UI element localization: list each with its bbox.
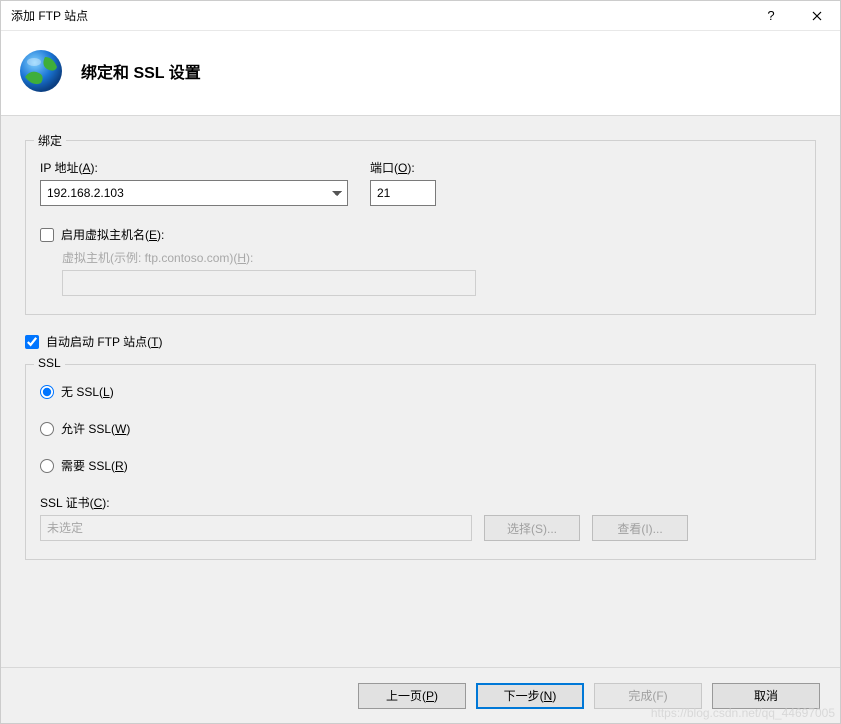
- vhost-label: 虚拟主机(示例: ftp.contoso.com)(H):: [62, 249, 801, 266]
- globe-icon: [17, 47, 65, 95]
- enable-vhost-row[interactable]: 启用虚拟主机名(E):: [40, 226, 801, 243]
- autostart-label: 自动启动 FTP 站点(T): [46, 333, 162, 350]
- enable-vhost-checkbox[interactable]: [40, 228, 54, 242]
- ssl-view-button: 查看(I)...: [592, 515, 688, 541]
- ssl-allow-label: 允许 SSL(W): [61, 420, 130, 437]
- ssl-require-row[interactable]: 需要 SSL(R): [40, 457, 801, 474]
- enable-vhost-label: 启用虚拟主机名(E):: [61, 226, 164, 243]
- finish-button: 完成(F): [594, 683, 702, 709]
- next-button[interactable]: 下一步(N): [476, 683, 584, 709]
- ssl-select-button: 选择(S)...: [484, 515, 580, 541]
- wizard-footer: 上一页(P) 下一步(N) 完成(F) 取消: [1, 667, 840, 723]
- ip-address-label: IP 地址(A):: [40, 159, 348, 176]
- port-label: 端口(O):: [370, 159, 436, 176]
- ssl-require-radio[interactable]: [40, 459, 54, 473]
- wizard-header: 绑定和 SSL 设置: [1, 31, 840, 116]
- ssl-none-label: 无 SSL(L): [61, 383, 114, 400]
- ssl-none-row[interactable]: 无 SSL(L): [40, 383, 801, 400]
- close-button[interactable]: [794, 1, 840, 31]
- autostart-checkbox[interactable]: [25, 335, 39, 349]
- prev-button[interactable]: 上一页(P): [358, 683, 466, 709]
- dialog-window: 添加 FTP 站点 ? 绑定和 SSL 设置 绑定: [0, 0, 841, 724]
- ssl-allow-radio[interactable]: [40, 422, 54, 436]
- binding-legend: 绑定: [34, 132, 66, 149]
- titlebar: 添加 FTP 站点 ?: [1, 1, 840, 31]
- cancel-button[interactable]: 取消: [712, 683, 820, 709]
- vhost-input: [62, 270, 476, 296]
- autostart-row[interactable]: 自动启动 FTP 站点(T): [25, 333, 816, 350]
- help-button[interactable]: ?: [748, 1, 794, 31]
- ssl-allow-row[interactable]: 允许 SSL(W): [40, 420, 801, 437]
- page-heading: 绑定和 SSL 设置: [81, 59, 201, 83]
- ssl-fieldset: SSL 无 SSL(L) 允许 SSL(W) 需要 SSL(R) SSL 证书(…: [25, 364, 816, 560]
- binding-fieldset: 绑定 IP 地址(A): 192.168.2.103 端口(O): 启用虚拟主机…: [25, 140, 816, 315]
- port-input[interactable]: [370, 180, 436, 206]
- ssl-cert-label: SSL 证书(C):: [40, 494, 801, 511]
- ssl-legend: SSL: [34, 356, 65, 370]
- ssl-require-label: 需要 SSL(R): [61, 457, 128, 474]
- ssl-none-radio[interactable]: [40, 385, 54, 399]
- close-icon: [812, 11, 822, 21]
- ssl-cert-select: 未选定: [40, 515, 472, 541]
- wizard-content: 绑定 IP 地址(A): 192.168.2.103 端口(O): 启用虚拟主机…: [1, 116, 840, 667]
- window-title: 添加 FTP 站点: [11, 7, 748, 24]
- ip-address-select[interactable]: 192.168.2.103: [40, 180, 348, 206]
